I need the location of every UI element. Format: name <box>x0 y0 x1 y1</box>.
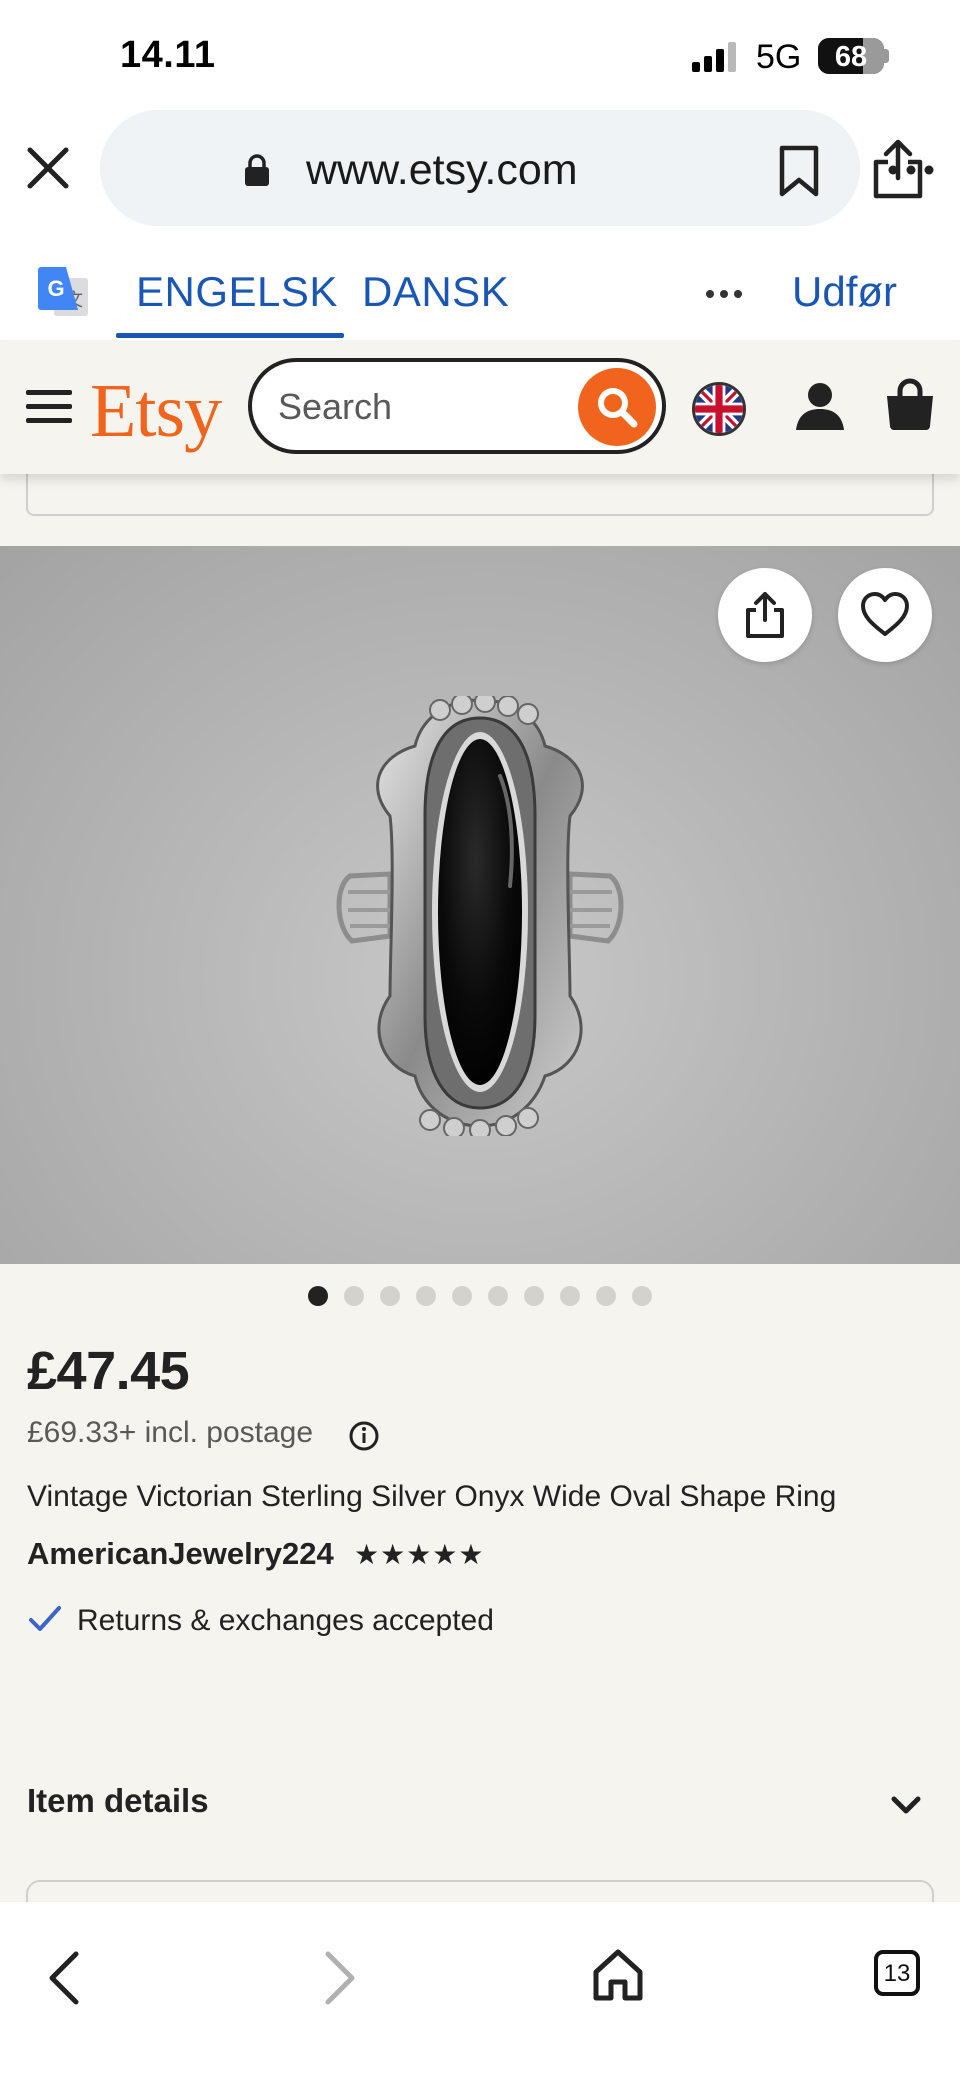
share-icon <box>746 592 784 638</box>
address-bar[interactable]: www.etsy.com <box>100 110 923 226</box>
etsy-header: Etsy <box>0 340 960 474</box>
status-bar: 14.11 5G 68 <box>0 0 960 110</box>
gallery-dot[interactable] <box>344 1286 364 1306</box>
account-icon[interactable] <box>794 380 846 432</box>
battery-tip <box>884 49 889 63</box>
menu-icon[interactable] <box>26 388 72 426</box>
product-info: £47.45 £69.33+ incl. postage Vintage Vic… <box>0 1264 960 1920</box>
gallery-dot[interactable] <box>488 1286 508 1306</box>
uk-flag-icon[interactable] <box>692 382 746 436</box>
chevron-down-icon[interactable] <box>890 1794 922 1816</box>
status-time: 14.11 <box>120 34 216 76</box>
etsy-logo[interactable]: Etsy <box>90 368 222 455</box>
banner-box-edge <box>26 468 934 516</box>
gallery-dot[interactable] <box>380 1286 400 1306</box>
signal-icon <box>692 42 736 72</box>
item-details-toggle[interactable]: Item details <box>27 1782 209 1820</box>
bookmark-icon[interactable] <box>776 144 822 198</box>
search-input[interactable] <box>278 384 538 430</box>
gallery-dot[interactable] <box>596 1286 616 1306</box>
gallery-dot[interactable] <box>632 1286 652 1306</box>
forward-icon[interactable] <box>322 1950 358 2006</box>
search-button[interactable] <box>578 368 656 446</box>
network-type: 5G <box>756 38 802 76</box>
tab-english[interactable]: ENGELSK <box>136 268 338 316</box>
svg-text:G: G <box>47 276 64 301</box>
gallery-dot[interactable] <box>560 1286 580 1306</box>
tab-count: 13 <box>883 1960 911 1987</box>
favorite-button[interactable] <box>838 568 932 662</box>
heart-icon <box>861 592 909 636</box>
url-text[interactable]: www.etsy.com <box>306 146 578 195</box>
home-icon[interactable] <box>592 1948 644 2002</box>
active-tab-indicator <box>116 333 344 338</box>
onyx-ring-image <box>336 696 624 1136</box>
browser-bar: www.etsy.com <box>0 110 960 230</box>
translate-more-icon[interactable] <box>704 288 744 300</box>
returns-info: Returns & exchanges accepted <box>77 1604 494 1637</box>
google-translate-icon[interactable]: 文 G <box>36 266 90 320</box>
collapsed-banner <box>0 468 960 546</box>
translate-run-button[interactable]: Udfør <box>792 268 897 316</box>
postage-price: £69.33+ incl. postage <box>27 1416 314 1449</box>
rating-stars[interactable]: ★★★★★ <box>354 1538 485 1571</box>
gallery-pagination[interactable] <box>308 1286 658 1308</box>
close-icon[interactable] <box>22 142 74 194</box>
product-title: Vintage Victorian Sterling Silver Onyx W… <box>27 1480 837 1513</box>
gallery-dot[interactable] <box>524 1286 544 1306</box>
cart-icon[interactable] <box>884 378 936 432</box>
union-jack-icon <box>695 385 743 433</box>
search-icon <box>598 388 638 428</box>
battery-level: 68 <box>834 41 868 73</box>
lock-icon <box>245 154 269 186</box>
product-image[interactable] <box>0 546 960 1264</box>
back-icon[interactable] <box>46 1950 82 2006</box>
browser-toolbar: 13 <box>0 1902 960 2077</box>
gallery-dot[interactable] <box>452 1286 472 1306</box>
battery-icon: 68 <box>818 38 884 74</box>
price: £47.45 <box>27 1341 190 1401</box>
tab-danish[interactable]: DANSK <box>362 268 509 316</box>
gallery-dot[interactable] <box>308 1286 328 1306</box>
tabs-button[interactable]: 13 <box>874 1950 920 1996</box>
info-icon[interactable] <box>348 1420 380 1452</box>
gallery-dot[interactable] <box>416 1286 436 1306</box>
translate-bar: 文 G ENGELSK DANSK Udfør <box>0 230 960 340</box>
checkmark-icon <box>29 1606 61 1631</box>
more-options-icon[interactable] <box>886 162 936 178</box>
shop-name-link[interactable]: AmericanJewelry224 <box>27 1536 334 1572</box>
image-share-button[interactable] <box>718 568 812 662</box>
